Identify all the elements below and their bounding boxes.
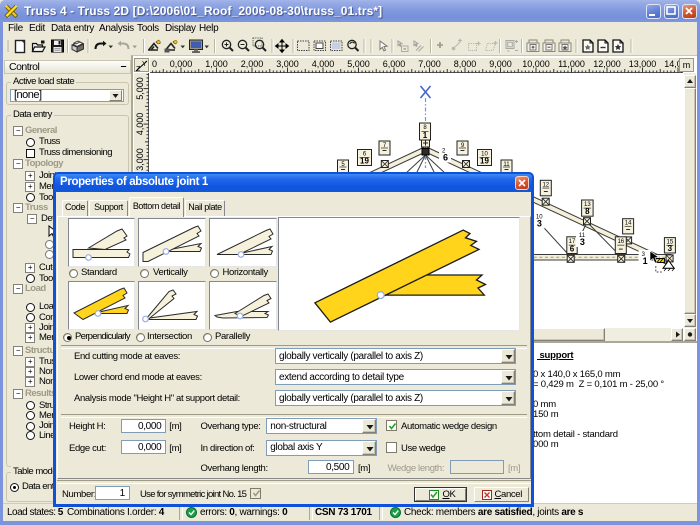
svg-text:–: –: [626, 225, 631, 234]
svg-text:–: –: [619, 245, 624, 254]
svg-text:Y: Y: [142, 61, 147, 68]
svg-text:–: –: [382, 146, 387, 155]
svg-text:8: 8: [585, 207, 590, 216]
svg-text:19: 19: [480, 157, 489, 166]
svg-text:0: 0: [152, 59, 157, 69]
svg-text:6: 6: [443, 153, 448, 163]
svg-text:–: –: [460, 146, 465, 155]
svg-text:Z: Z: [136, 66, 141, 72]
svg-text:3: 3: [668, 244, 673, 253]
svg-text:19: 19: [360, 157, 369, 166]
svg-text:6: 6: [570, 245, 575, 254]
svg-text:3: 3: [580, 237, 585, 247]
svg-text:1: 1: [423, 131, 428, 140]
svg-text:3: 3: [537, 218, 542, 228]
svg-text:–: –: [544, 187, 549, 196]
svg-text:1: 1: [643, 256, 648, 266]
